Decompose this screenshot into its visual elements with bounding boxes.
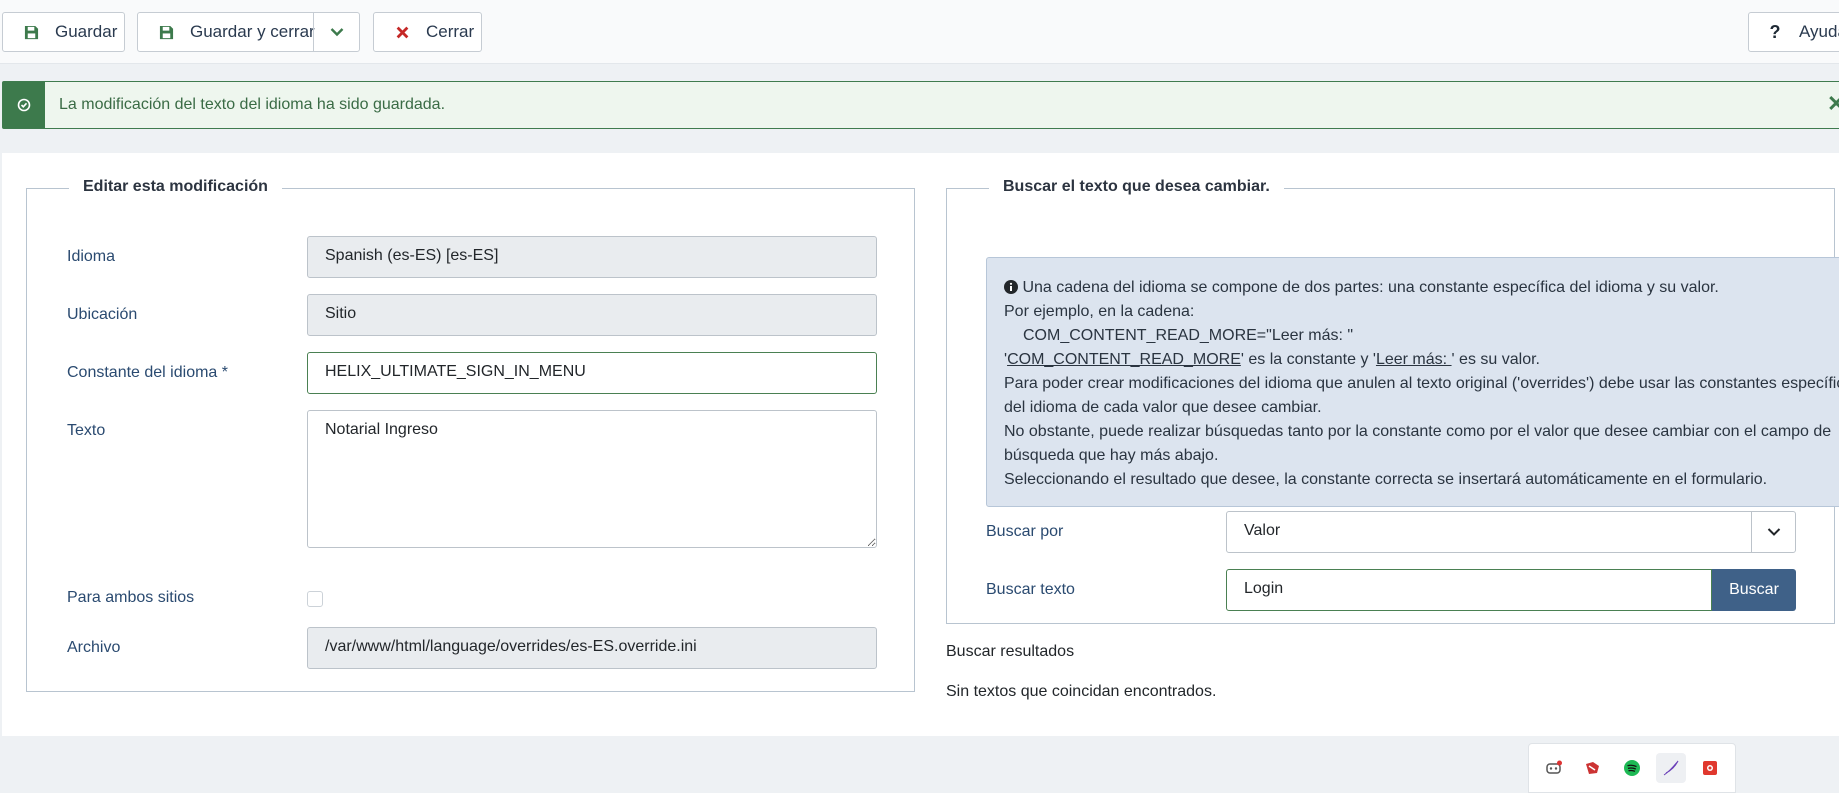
file-field: /var/www/html/language/overrides/es-ES.o… bbox=[307, 627, 877, 669]
search-by-value: Valor bbox=[1244, 522, 1281, 539]
info-line-6: No obstante, puede realizar búsquedas ta… bbox=[1004, 423, 1832, 464]
text-label: Texto bbox=[67, 422, 106, 439]
example-constant-link: COM_CONTENT_READ_MORE bbox=[1007, 351, 1241, 368]
close-button[interactable]: Cerrar bbox=[373, 12, 482, 52]
save-button-label: Guardar bbox=[55, 22, 118, 41]
info-box: Una cadena del idioma se compone de dos … bbox=[986, 257, 1839, 507]
file-label: Archivo bbox=[67, 639, 121, 656]
search-results-label: Buscar resultados bbox=[946, 643, 1075, 660]
search-button[interactable]: Buscar bbox=[1712, 569, 1796, 611]
language-constant-label: Constante del idioma * bbox=[67, 364, 228, 381]
floppy-disk-icon bbox=[21, 25, 41, 40]
screen-record-icon[interactable] bbox=[1695, 753, 1725, 783]
alert-message: La modificación del texto del idioma ha … bbox=[59, 96, 446, 113]
save-button[interactable]: Guardar bbox=[2, 12, 125, 52]
no-results-text: Sin textos que coincidan encontrados. bbox=[946, 683, 1217, 700]
chevron-down-icon bbox=[330, 28, 343, 37]
check-circle-icon bbox=[3, 82, 45, 128]
save-options-dropdown-toggle[interactable] bbox=[313, 13, 360, 51]
save-and-close-label: Guardar y cerrar bbox=[190, 22, 315, 41]
info-line-5: Para poder crear modificaciones del idio… bbox=[1004, 375, 1839, 416]
location-label: Ubicación bbox=[67, 306, 138, 323]
help-button-label: Ayuda bbox=[1799, 22, 1839, 41]
robot-icon[interactable] bbox=[1539, 753, 1569, 783]
language-constant-input[interactable]: HELIX_ULTIMATE_SIGN_IN_MENU bbox=[307, 352, 877, 394]
language-field: Spanish (es-ES) [es-ES] bbox=[307, 236, 877, 278]
save-and-close-button[interactable]: Guardar y cerrar bbox=[137, 12, 360, 52]
search-text-input[interactable]: Login bbox=[1226, 569, 1712, 611]
info-line-7: Seleccionando el resultado que desee, la… bbox=[1004, 471, 1768, 488]
browser-extension-tray bbox=[1528, 743, 1736, 793]
feather-icon[interactable] bbox=[1655, 753, 1686, 783]
close-button-label: Cerrar bbox=[426, 22, 475, 41]
location-field: Sitio bbox=[307, 294, 877, 336]
search-text-label: Buscar texto bbox=[986, 581, 1075, 598]
search-by-label: Buscar por bbox=[986, 523, 1064, 540]
both-sites-label: Para ambos sitios bbox=[67, 589, 195, 606]
info-line-4: 'COM_CONTENT_READ_MORE' es la constante … bbox=[1004, 351, 1540, 368]
search-by-select[interactable]: Valor bbox=[1226, 511, 1796, 553]
edit-override-fieldset: Editar esta modificación Idioma Spanish … bbox=[26, 178, 915, 692]
help-button[interactable]: ? Ayuda bbox=[1748, 12, 1839, 52]
spotify-icon[interactable] bbox=[1617, 753, 1647, 783]
edit-override-legend: Editar esta modificación bbox=[69, 178, 282, 196]
info-line-1: Una cadena del idioma se compone de dos … bbox=[1018, 279, 1719, 296]
toolbar: Guardar Guardar y cerrar Cerrar ? Ayuda bbox=[0, 0, 1839, 64]
alert-close-icon[interactable]: ✕ bbox=[1827, 91, 1839, 117]
both-sites-checkbox[interactable] bbox=[307, 591, 323, 607]
example-value-link: Leer más: bbox=[1375, 351, 1452, 368]
search-text-legend: Buscar el texto que desea cambiar. bbox=[989, 178, 1284, 196]
close-x-icon bbox=[392, 26, 412, 39]
info-line-3: COM_CONTENT_READ_MORE="Leer más: " bbox=[1023, 327, 1354, 344]
text-textarea[interactable]: Notarial Ingreso bbox=[307, 410, 877, 548]
main-panel: Editar esta modificación Idioma Spanish … bbox=[2, 153, 1839, 736]
language-label: Idioma bbox=[67, 248, 116, 265]
success-alert: La modificación del texto del idioma ha … bbox=[2, 81, 1839, 129]
chevron-down-icon bbox=[1751, 512, 1795, 552]
puzzle-icon[interactable] bbox=[1578, 753, 1608, 783]
floppy-disk-icon bbox=[156, 25, 176, 40]
question-mark-icon: ? bbox=[1769, 21, 1781, 42]
info-line-2: Por ejemplo, en la cadena: bbox=[1004, 303, 1195, 320]
info-icon bbox=[1004, 280, 1018, 294]
search-text-fieldset: Buscar el texto que desea cambiar. Una c… bbox=[946, 178, 1839, 624]
